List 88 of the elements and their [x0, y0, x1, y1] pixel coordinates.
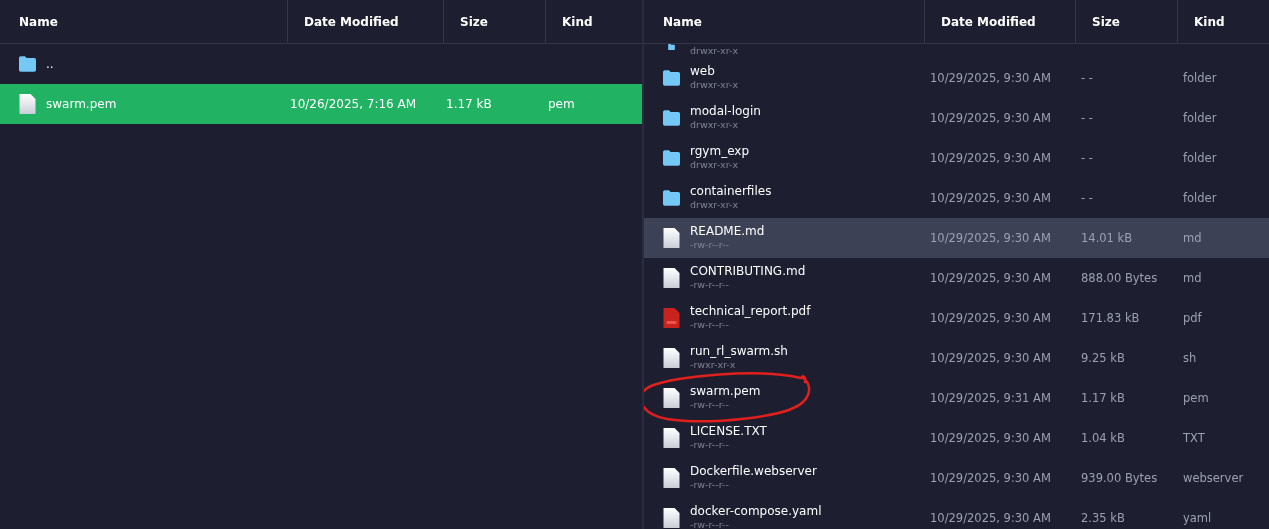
- file-permissions: -rw-r--r--: [690, 478, 730, 491]
- file-size: 2.35 kB: [1080, 511, 1126, 525]
- file-size: 939.00 Bytes: [1080, 471, 1159, 485]
- file-name: ..: [46, 57, 54, 71]
- file-kind: pdf: [1182, 311, 1203, 325]
- date-modified: 10/29/2025, 9:30 AM: [929, 111, 1052, 125]
- file-name: docker-compose.yaml: [690, 505, 822, 518]
- file-permissions: drwxr-xr-x: [690, 198, 740, 211]
- file-name: rgym_exp: [690, 145, 750, 158]
- date-modified: 10/29/2025, 9:30 AM: [929, 351, 1052, 365]
- file-row[interactable]: ..: [0, 44, 642, 84]
- file-size: 1.17 kB: [445, 97, 493, 111]
- column-header[interactable]: Size: [1092, 14, 1120, 29]
- file-kind: folder: [1182, 191, 1218, 205]
- file-permissions: drwxr-xr-x: [690, 118, 740, 131]
- file-kind: TXT: [1182, 431, 1206, 445]
- file-name: run_rl_swarm.sh: [690, 345, 788, 358]
- date-modified: 10/29/2025, 9:30 AM: [929, 311, 1052, 325]
- column-header[interactable]: Name: [663, 14, 702, 29]
- file-kind: folder: [1182, 151, 1218, 165]
- file-name: README.md: [690, 225, 765, 238]
- file-kind: sh: [1182, 351, 1198, 365]
- file-permissions: -rw-r--r--: [690, 398, 730, 411]
- file-size: - -: [1080, 191, 1094, 205]
- date-modified: 10/29/2025, 9:30 AM: [929, 471, 1052, 485]
- file-row[interactable]: README.md -rw-r--r-- 10/29/2025, 9:30 AM 14.01 kB md: [644, 218, 1269, 258]
- file-kind: pem: [1182, 391, 1210, 405]
- file-permissions: -rw-r--r--: [690, 518, 730, 529]
- file-kind: yaml: [1182, 511, 1213, 525]
- file-size: - -: [1080, 111, 1094, 125]
- file-row[interactable]: swarm.pem -rw-r--r-- 10/29/2025, 9:31 AM 1.17 kB pem: [644, 378, 1269, 418]
- file-kind: pem: [547, 97, 576, 111]
- date-modified: 10/29/2025, 9:30 AM: [929, 271, 1052, 285]
- file-name: LICENSE.TXT: [690, 425, 767, 438]
- file-name: swarm.pem: [46, 97, 117, 111]
- file-size: 171.83 kB: [1080, 311, 1141, 325]
- file-row[interactable]: LICENSE.TXT -rw-r--r-- 10/29/2025, 9:30 AM 1.04 kB TXT: [644, 418, 1269, 458]
- file-size: 888.00 Bytes: [1080, 271, 1159, 285]
- date-modified: 10/29/2025, 9:30 AM: [929, 71, 1052, 85]
- column-header[interactable]: Name: [19, 14, 58, 29]
- file-size: 1.04 kB: [1080, 431, 1126, 445]
- file-kind: folder: [1182, 71, 1218, 85]
- file-row[interactable]: technical_report.pdf -rw-r--r-- 10/29/2025, 9:30 AM 171.83 kB pdf: [644, 298, 1269, 338]
- file-row[interactable]: run_rl_swarm.sh -rwxr-xr-x 10/29/2025, 9:30 AM 9.25 kB sh: [644, 338, 1269, 378]
- date-modified: 10/29/2025, 9:30 AM: [929, 231, 1052, 245]
- date-modified: 10/29/2025, 9:30 AM: [929, 431, 1052, 445]
- file-permissions: drwxr-xr-x: [690, 44, 739, 57]
- file-row[interactable]: Dockerfile.webserver -rw-r--r-- 10/29/2025, 9:30 AM 939.00 Bytes webserver: [644, 458, 1269, 498]
- date-modified: 10/29/2025, 9:30 AM: [929, 511, 1052, 525]
- file-name: CONTRIBUTING.md: [690, 265, 806, 278]
- file-permissions: drwxr-xr-x: [690, 78, 739, 91]
- file-permissions: -rwxr-xr-x: [690, 358, 737, 371]
- file-row[interactable]: CONTRIBUTING.md -rw-r--r-- 10/29/2025, 9:30 AM 888.00 Bytes md: [644, 258, 1269, 298]
- column-header[interactable]: Size: [460, 14, 488, 29]
- file-row[interactable]: docker-compose.yaml -rw-r--r-- 10/29/2025, 9:30 AM 2.35 kB yaml: [644, 498, 1269, 529]
- file-kind: folder: [1182, 111, 1218, 125]
- file-size: 14.01 kB: [1080, 231, 1134, 245]
- file-permissions: -rw-r--r--: [690, 318, 730, 331]
- column-header[interactable]: Kind: [562, 14, 593, 29]
- file-row[interactable]: modal-login drwxr-xr-x 10/29/2025, 9:30 AM - - folder: [644, 98, 1269, 138]
- file-size: 9.25 kB: [1080, 351, 1126, 365]
- file-name: web: [690, 65, 716, 78]
- file-kind: webserver: [1182, 471, 1245, 485]
- date-modified: 10/26/2025, 7:16 AM: [289, 97, 418, 111]
- file-name: technical_report.pdf: [690, 305, 811, 318]
- file-kind: md: [1182, 231, 1203, 245]
- file-permissions: -rw-r--r--: [690, 238, 730, 251]
- date-modified: 10/29/2025, 9:30 AM: [929, 191, 1052, 205]
- date-modified: 10/29/2025, 9:31 AM: [929, 391, 1052, 405]
- file-kind: md: [1182, 271, 1203, 285]
- file-row[interactable]: web drwxr-xr-x 10/29/2025, 9:30 AM - - folder: [644, 58, 1269, 98]
- column-header[interactable]: Kind: [1194, 14, 1225, 29]
- file-row[interactable]: drwxr-xr-x: [644, 44, 1269, 58]
- file-name: containerfiles: [690, 185, 772, 198]
- file-size: 1.17 kB: [1080, 391, 1126, 405]
- file-permissions: -rw-r--r--: [690, 438, 730, 451]
- file-row[interactable]: containerfiles drwxr-xr-x 10/29/2025, 9:30 AM - - folder: [644, 178, 1269, 218]
- file-name: modal-login: [690, 105, 761, 118]
- date-modified: 10/29/2025, 9:30 AM: [929, 151, 1052, 165]
- file-permissions: drwxr-xr-x: [690, 158, 740, 171]
- file-row[interactable]: rgym_exp drwxr-xr-x 10/29/2025, 9:30 AM - - folder: [644, 138, 1269, 178]
- column-header[interactable]: Date Modified: [304, 14, 399, 29]
- file-size: - -: [1080, 71, 1094, 85]
- column-header[interactable]: Date Modified: [941, 14, 1036, 29]
- file-name: Dockerfile.webserver: [690, 465, 817, 478]
- file-name: swarm.pem: [690, 385, 761, 398]
- file-size: - -: [1080, 151, 1094, 165]
- file-permissions: -rw-r--r--: [690, 278, 730, 291]
